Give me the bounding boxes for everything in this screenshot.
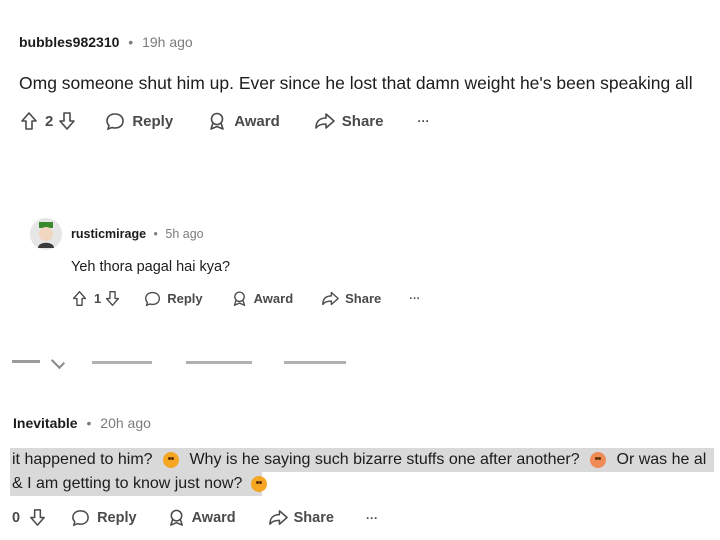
comment-3-meta: Inevitable • 20h ago xyxy=(13,415,151,431)
award-button[interactable]: Award xyxy=(207,111,280,131)
avatar-icon xyxy=(30,218,62,250)
award-icon xyxy=(167,508,186,527)
share-label: Share xyxy=(293,509,334,526)
downvote-icon[interactable] xyxy=(57,111,77,131)
clipped-vote-fragment xyxy=(12,360,40,363)
meta-separator: • xyxy=(128,34,134,50)
confused-face-emoji-icon xyxy=(163,451,179,468)
username[interactable]: Inevitable xyxy=(13,415,78,431)
reply-button[interactable]: Reply xyxy=(105,111,173,131)
timestamp[interactable]: 5h ago xyxy=(165,227,203,241)
text-segment: Or was he al xyxy=(616,451,707,468)
username[interactable]: bubbles982310 xyxy=(19,34,119,50)
comment-3-text-line-1: it happened to him? Why is he saying suc… xyxy=(12,451,706,469)
comment-1-meta: bubbles982310 • 19h ago xyxy=(19,34,193,50)
meta-separator: • xyxy=(153,227,158,241)
award-button[interactable]: Award xyxy=(231,290,294,307)
comment-bubble-icon xyxy=(105,111,125,131)
share-button[interactable]: Share xyxy=(321,290,381,307)
timestamp[interactable]: 19h ago xyxy=(142,34,193,50)
comment-3-actions: 0 Reply Award Share ··· xyxy=(12,508,378,527)
comment-2-actions: 1 Reply Award Share ··· xyxy=(71,290,420,307)
meta-separator: • xyxy=(86,415,92,431)
shocked-face-emoji-icon xyxy=(590,451,607,468)
reply-button[interactable]: Reply xyxy=(71,508,137,527)
share-button[interactable]: Share xyxy=(314,111,384,131)
share-arrow-icon xyxy=(268,508,289,527)
comment-bubble-icon xyxy=(71,508,90,527)
award-label: Award xyxy=(234,112,280,130)
reply-label: Reply xyxy=(97,509,137,526)
clipped-award-fragment xyxy=(186,361,252,364)
vote-count: 1 xyxy=(94,291,102,306)
share-button[interactable]: Share xyxy=(268,508,334,527)
vote-count: 0 xyxy=(12,509,21,526)
avatar[interactable] xyxy=(30,218,62,250)
username[interactable]: rusticmirage xyxy=(71,227,146,241)
clipped-action-row xyxy=(0,356,720,370)
share-label: Share xyxy=(341,112,384,130)
comment-bubble-icon xyxy=(144,290,161,307)
award-label: Award xyxy=(253,291,294,306)
clipped-share-fragment xyxy=(284,361,346,364)
more-options-button[interactable]: ··· xyxy=(417,114,429,128)
comment-2-text: Yeh thora pagal hai kya? xyxy=(71,259,231,275)
comment-1-actions: 2 Reply Award Share ··· xyxy=(19,111,429,131)
comment-3-text-line-2: & I am getting to know just now? xyxy=(12,475,267,493)
text-segment: & I am getting to know just now? xyxy=(12,475,243,492)
reply-label: Reply xyxy=(167,291,203,306)
downvote-icon[interactable] xyxy=(28,508,47,527)
text-segment: Why is he saying such bizarre stuffs one… xyxy=(189,451,580,468)
award-icon xyxy=(207,111,227,131)
more-options-button[interactable]: ··· xyxy=(409,293,420,305)
timestamp[interactable]: 20h ago xyxy=(100,415,151,431)
share-label: Share xyxy=(345,291,382,306)
comment-1-text: Omg someone shut him up. Ever since he l… xyxy=(19,73,693,93)
award-icon xyxy=(231,290,248,307)
downvote-icon[interactable] xyxy=(104,290,121,307)
more-options-button[interactable]: ··· xyxy=(366,511,378,525)
award-button[interactable]: Award xyxy=(167,508,236,527)
vote-count: 2 xyxy=(45,112,54,130)
comment-2-meta: rusticmirage • 5h ago xyxy=(71,227,204,241)
upvote-icon[interactable] xyxy=(71,290,88,307)
text-segment: it happened to him? xyxy=(12,451,153,468)
award-label: Award xyxy=(191,509,236,526)
share-arrow-icon xyxy=(321,290,340,307)
reply-label: Reply xyxy=(132,112,174,130)
upvote-icon[interactable] xyxy=(19,111,39,131)
clipped-reply-fragment xyxy=(92,361,152,364)
share-arrow-icon xyxy=(314,111,336,131)
clipped-downvote-fragment xyxy=(50,356,66,370)
flushed-face-emoji-icon xyxy=(250,475,267,492)
reply-button[interactable]: Reply xyxy=(144,290,203,307)
